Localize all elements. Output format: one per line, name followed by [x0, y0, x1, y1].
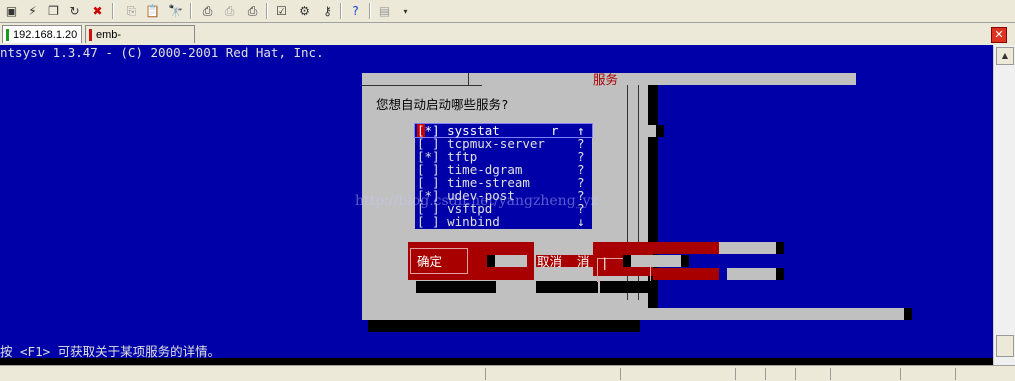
disconnect-icon[interactable]: ✖ [88, 2, 107, 21]
service-row-tag: r [551, 123, 559, 138]
status-divider [830, 368, 831, 380]
session-options-icon[interactable]: ☑ [272, 2, 291, 21]
button-shadow [623, 255, 631, 267]
copy-icon[interactable]: ❐ [44, 2, 63, 21]
quick-connect-icon[interactable]: ⚡ [23, 2, 42, 21]
scroll-up-arrow-icon[interactable]: ▲ [996, 47, 1014, 65]
watermark: http://blog.csdn.net/yangzheng_yz [355, 193, 598, 209]
copy-text-icon[interactable]: ⎘ [122, 2, 141, 21]
secondary-button-shadow [600, 281, 656, 293]
session-tab-bar: 192.168.1.20 emb-lingyun.xicp.net [0, 23, 1015, 59]
service-row[interactable]: [ ] winbind [417, 215, 500, 228]
button-gap [631, 255, 681, 267]
dialog-top-extension [648, 73, 856, 85]
button-shadow [487, 255, 495, 267]
dialog-shadow-bottom [368, 320, 640, 332]
tab-192-168-1-20[interactable]: 192.168.1.20 [2, 25, 82, 43]
terminal-header: ntsysv 1.3.47 - (C) 2000-2001 Red Hat, I… [0, 45, 324, 60]
vertical-scrollbar[interactable]: ▲ [993, 45, 1015, 365]
ok-button-label: 确定 [417, 254, 443, 269]
shadow-stub [904, 308, 912, 320]
secondary-bar-lower-gray [727, 268, 776, 280]
secondary-bar-lower-shadow [776, 268, 784, 280]
toolbar: ▣ ⚡ ❐ ↻ ✖ ⎘ 📋 🔭 ⎙ ⎙ ⎙ ☑ ⚙ ⚷ ? ▤ ▾ [0, 0, 1015, 23]
secondary-bar-lower [653, 268, 719, 280]
window-icon[interactable]: ▤ [375, 2, 394, 21]
frame-line [362, 85, 482, 86]
status-divider [735, 368, 736, 380]
status-divider [485, 368, 486, 380]
scroll-thumb[interactable] [996, 335, 1014, 357]
more-icon[interactable]: ▾ [396, 2, 415, 21]
cancel-echo: 消 [577, 254, 590, 269]
status-bar [0, 365, 1015, 381]
status-divider [620, 368, 621, 380]
tab-label: 192.168.1.20 [13, 29, 78, 41]
reconnect-icon[interactable]: ↻ [65, 2, 84, 21]
terminal-bottom-shadow [0, 358, 993, 365]
text-cursor: | [601, 255, 609, 270]
status-divider [765, 368, 766, 380]
status-divider [900, 368, 901, 380]
secondary-bar-shadow [776, 242, 784, 254]
close-tab-icon[interactable]: ✕ [991, 27, 1007, 43]
new-session-icon[interactable]: ▣ [2, 2, 21, 21]
key-icon[interactable]: ⚷ [318, 2, 337, 21]
scroll-down-indicator: ↓ [577, 214, 585, 229]
disconnected-indicator-icon [89, 29, 92, 41]
frame-line [468, 73, 469, 85]
dialog-bottom-extension [648, 308, 904, 320]
dialog-notch-shadow [656, 125, 664, 137]
print-icon[interactable]: ⎙ [198, 2, 217, 21]
cancel-button-label: 取消 [537, 254, 563, 269]
status-divider [955, 368, 956, 380]
connected-indicator-icon [6, 29, 9, 41]
dialog-notch [644, 125, 656, 137]
secondary-bar-gray [719, 242, 776, 254]
ok-button-shadow [416, 281, 496, 293]
tab-emb-lingyun[interactable]: emb-lingyun.xicp.net [85, 25, 195, 59]
button-gap [495, 255, 527, 267]
ok-button[interactable]: 确定 [410, 248, 468, 274]
cancel-button-shadow [536, 281, 598, 293]
dialog-prompt: 您想自动启动哪些服务? [376, 97, 509, 112]
secondary-button-bar [593, 242, 719, 254]
help-icon[interactable]: ? [346, 2, 365, 21]
status-divider [795, 368, 796, 380]
terminal-footer: 按 <F1> 可获取关于某项服务的详情。 [0, 344, 221, 359]
print-screen-icon[interactable]: ⎙ [243, 2, 262, 21]
print-setup-icon[interactable]: ⎙ [220, 2, 239, 21]
global-options-icon[interactable]: ⚙ [295, 2, 314, 21]
terminal-screen[interactable]: ntsysv 1.3.47 - (C) 2000-2001 Red Hat, I… [0, 45, 993, 365]
paste-icon[interactable]: 📋 [143, 2, 162, 21]
find-icon[interactable]: 🔭 [166, 2, 185, 21]
dialog-title: 服务 [593, 72, 619, 87]
button-shadow [681, 255, 689, 267]
